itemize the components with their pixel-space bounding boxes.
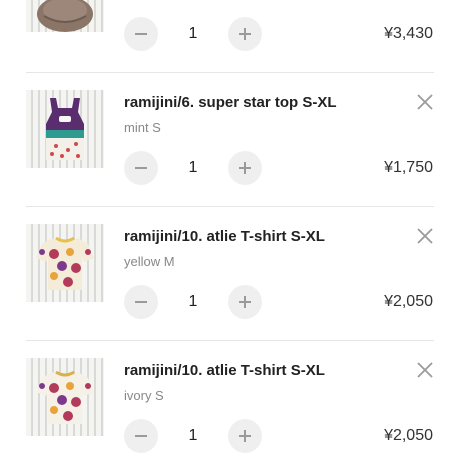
plus-icon (239, 296, 251, 308)
quantity-value: 1 (188, 293, 198, 310)
product-name[interactable]: ramijini/10. atlie T-shirt S-XL (124, 362, 325, 379)
product-photo-floral-tshirt (36, 236, 94, 290)
product-photo-brown-item (37, 0, 93, 32)
quantity-value: 1 (188, 25, 198, 42)
item-price: ¥3,430 (384, 25, 433, 42)
plus-icon (239, 28, 251, 40)
decrease-quantity-button[interactable] (124, 419, 158, 453)
minus-icon (135, 301, 147, 303)
increase-quantity-button[interactable] (228, 419, 262, 453)
product-name[interactable]: ramijini/6. super star top S-XL (124, 94, 337, 111)
quantity-value: 1 (188, 427, 198, 444)
product-photo-tank-tops (46, 98, 84, 160)
product-image[interactable] (26, 0, 104, 32)
product-image[interactable] (26, 224, 104, 302)
increase-quantity-button[interactable] (228, 17, 262, 51)
close-icon (417, 228, 433, 244)
remove-item-button[interactable] (414, 91, 436, 113)
remove-item-button[interactable] (414, 359, 436, 381)
product-image[interactable] (26, 90, 104, 168)
product-name[interactable]: ramijini/10. atlie T-shirt S-XL (124, 228, 325, 245)
product-photo-floral-tshirt (36, 370, 94, 424)
remove-item-button[interactable] (414, 225, 436, 247)
quantity-value: 1 (188, 159, 198, 176)
close-icon (417, 94, 433, 110)
item-price: ¥2,050 (384, 427, 433, 444)
item-price: ¥1,750 (384, 159, 433, 176)
plus-icon (239, 430, 251, 442)
item-divider (26, 340, 434, 341)
decrease-quantity-button[interactable] (124, 17, 158, 51)
item-divider (26, 206, 434, 207)
increase-quantity-button[interactable] (228, 151, 262, 185)
minus-icon (135, 167, 147, 169)
item-divider (26, 72, 434, 73)
increase-quantity-button[interactable] (228, 285, 262, 319)
product-variant: mint S (124, 120, 161, 135)
product-variant: yellow M (124, 254, 175, 269)
product-image[interactable] (26, 358, 104, 436)
minus-icon (135, 33, 147, 35)
decrease-quantity-button[interactable] (124, 151, 158, 185)
decrease-quantity-button[interactable] (124, 285, 158, 319)
close-icon (417, 362, 433, 378)
product-variant: ivory S (124, 388, 164, 403)
plus-icon (239, 162, 251, 174)
item-price: ¥2,050 (384, 293, 433, 310)
minus-icon (135, 435, 147, 437)
